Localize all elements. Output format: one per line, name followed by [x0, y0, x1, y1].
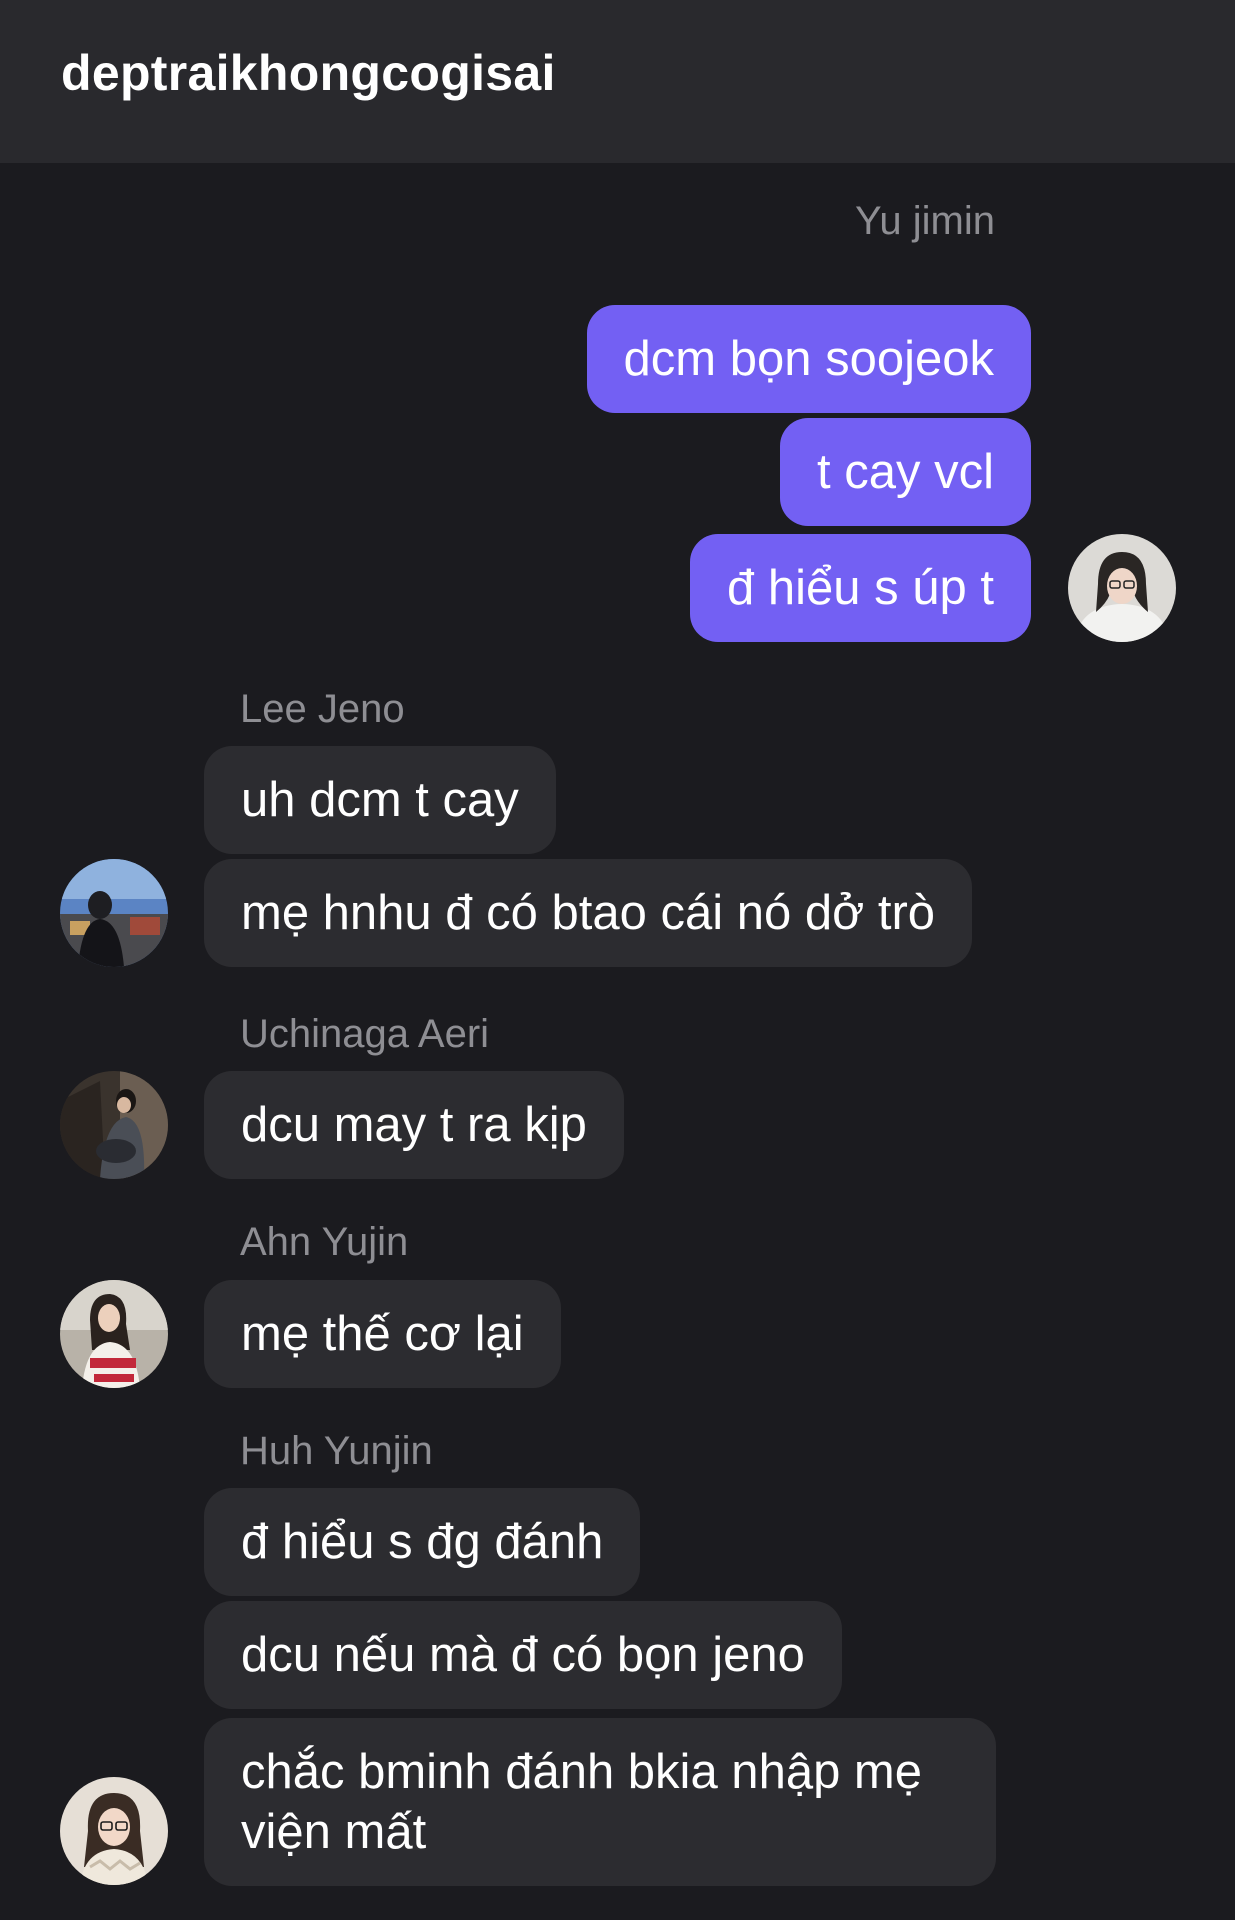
avatar[interactable]	[60, 1280, 168, 1388]
chat-header: deptraikhongcogisai	[0, 0, 1235, 163]
message-bubble[interactable]: t cay vcl	[780, 418, 1031, 526]
message-bubble[interactable]: dcm bọn soojeok	[586, 305, 1031, 413]
avatar[interactable]	[60, 1777, 168, 1885]
avatar-image	[60, 859, 168, 967]
sender-name: Uchinaga Aeri	[240, 1012, 490, 1056]
chat-title: deptraikhongcogisai	[61, 45, 556, 101]
avatar[interactable]	[60, 1071, 168, 1179]
sender-name: Lee Jeno	[240, 687, 405, 731]
message-bubble[interactable]: dcu nếu mà đ có bọn jeno	[204, 1601, 842, 1709]
message-bubble[interactable]: đ hiểu s đg đánh	[204, 1488, 641, 1596]
message-bubble[interactable]: uh dcm t cay	[204, 746, 556, 854]
message-bubble[interactable]: dcu may t ra kịp	[204, 1071, 624, 1179]
message-list[interactable]: Yu jimin dcm bọn soojeok t cay vcl đ hiể…	[0, 163, 1235, 1920]
avatar-image	[60, 1071, 168, 1179]
avatar[interactable]	[60, 859, 168, 967]
message-bubble[interactable]: mẹ thế cơ lại	[204, 1280, 561, 1388]
avatar-image	[60, 1777, 168, 1885]
sender-name: Huh Yunjin	[240, 1429, 433, 1473]
message-bubble[interactable]: mẹ hnhu đ có btao cái nó dở trò	[204, 859, 973, 967]
message-bubble[interactable]: chắc bminh đánh bkia nhập mẹ viện mất	[204, 1718, 996, 1886]
avatar-image	[60, 1280, 168, 1388]
sender-name: Ahn Yujin	[240, 1220, 409, 1264]
avatar-image	[1068, 534, 1176, 642]
sender-name: Yu jimin	[854, 199, 995, 243]
message-bubble[interactable]: đ hiểu s úp t	[690, 534, 1031, 642]
avatar[interactable]	[1068, 534, 1176, 642]
